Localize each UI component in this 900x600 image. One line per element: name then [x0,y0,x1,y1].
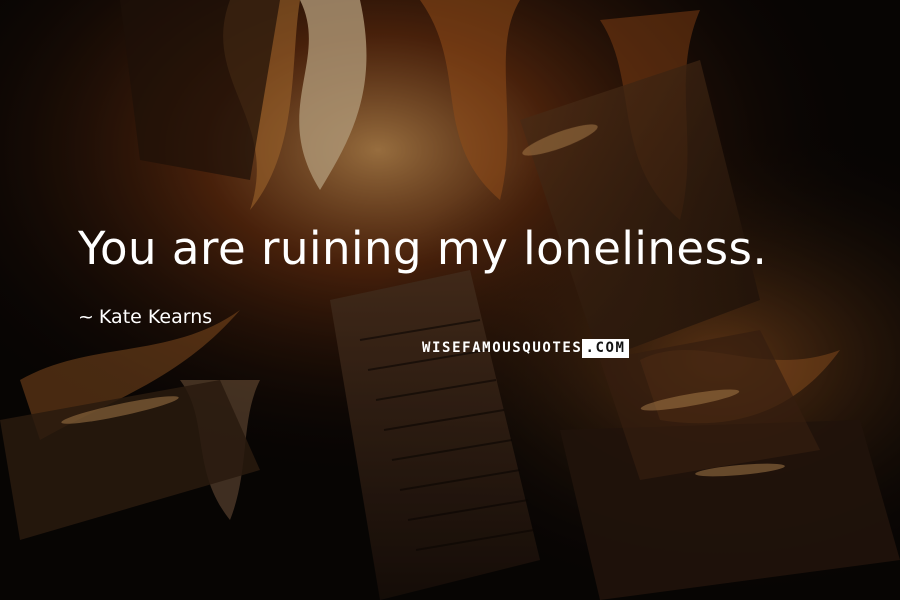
author-name: Kate Kearns [98,306,213,328]
dark-overlay [0,0,900,600]
quote-text: You are ruining my loneliness. [78,222,768,275]
quote-card: You are ruining my loneliness. ~ Kate Kea… [0,0,900,600]
site-watermark: WISEFAMOUSQUOTES .COM [420,339,629,358]
author-tilde: ~ [78,306,94,328]
quote-author: ~ Kate Kearns [78,306,212,329]
watermark-right: .COM [582,339,629,358]
watermark-left: WISEFAMOUSQUOTES [422,340,583,356]
